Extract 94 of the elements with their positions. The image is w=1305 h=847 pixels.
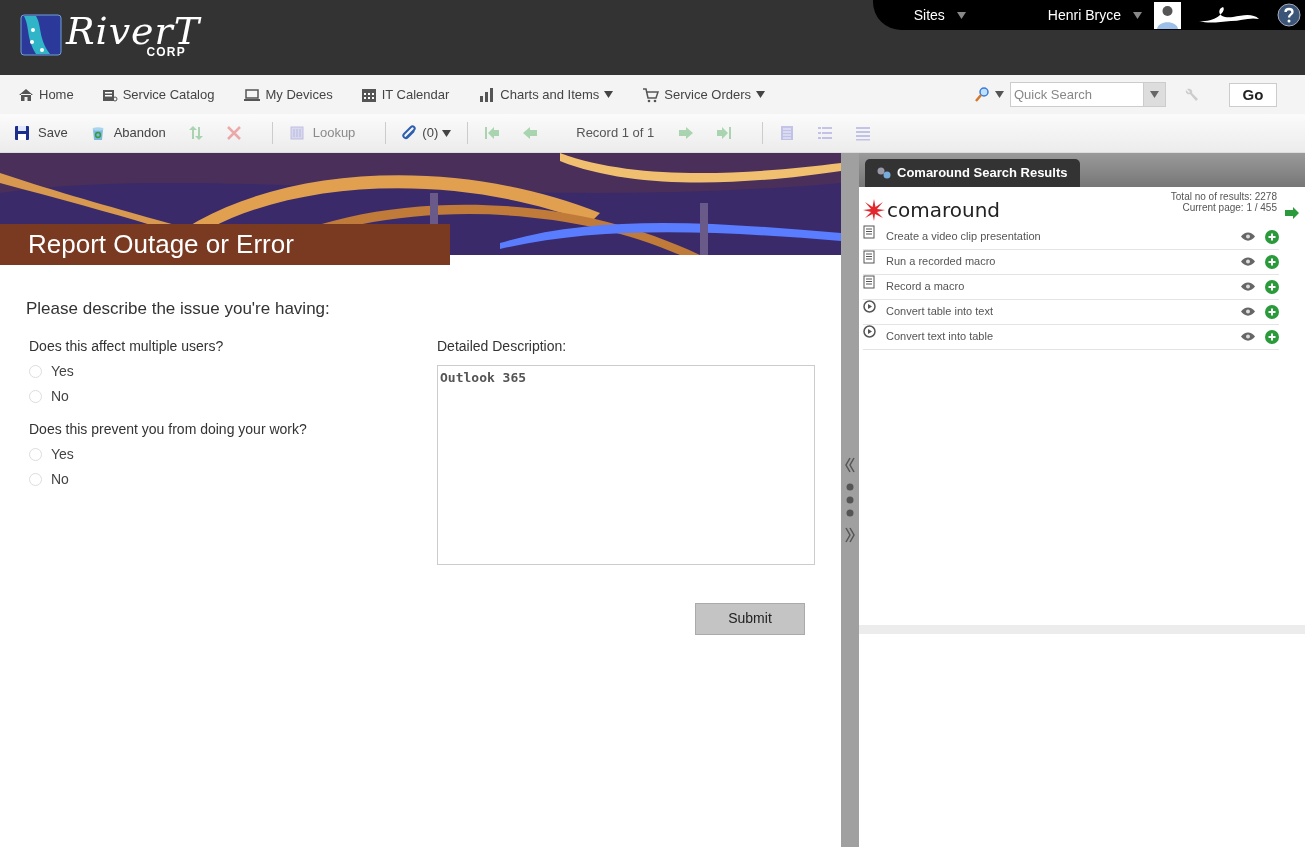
nav-item[interactable]: Service Catalog	[101, 84, 215, 105]
radio-option[interactable]: Yes	[29, 360, 74, 382]
preview-button[interactable]	[1241, 332, 1255, 341]
plus-icon	[1265, 229, 1279, 244]
record-counter: Record 1 of 1	[576, 124, 655, 143]
add-button[interactable]	[1265, 254, 1279, 269]
star-burst-icon	[863, 199, 885, 221]
play-icon	[863, 300, 876, 314]
preview-button[interactable]	[1241, 282, 1255, 291]
field-label: Detailed Description:	[437, 336, 568, 356]
toolbar-button[interactable]: Save	[10, 123, 72, 143]
radio-option[interactable]: No	[29, 385, 69, 407]
cart-icon	[643, 86, 660, 103]
next-record-icon	[678, 125, 695, 141]
document-icon	[863, 225, 876, 239]
river-logo-icon	[20, 14, 62, 56]
result-link[interactable]: Record a macro	[886, 278, 1241, 295]
form-heading: Please describe the issue you're having:	[26, 298, 331, 320]
avatar-icon	[1154, 1, 1181, 29]
panel-tab[interactable]: Comaround Search Results	[865, 159, 1080, 187]
arrow-icon	[1285, 207, 1299, 219]
eye-icon	[1241, 332, 1255, 341]
last-record-icon	[716, 125, 733, 141]
caret-icon	[956, 11, 966, 19]
plus-icon	[1265, 279, 1279, 294]
search-options-button[interactable]	[1144, 82, 1166, 107]
calendar-icon	[360, 86, 377, 103]
lookup-icon	[288, 125, 305, 141]
question-label: Does this prevent you from doing your work?	[29, 419, 308, 439]
preview-button[interactable]	[1241, 307, 1255, 316]
eye-icon	[1241, 282, 1255, 291]
search-results-icon	[877, 167, 891, 179]
page-indicator: Current page: 1 / 455	[1182, 202, 1277, 213]
wrench-icon	[1184, 86, 1200, 103]
collapse-icon	[845, 457, 855, 473]
page-title: Report Outage or Error	[0, 224, 450, 265]
bar-chart-icon	[479, 86, 496, 103]
user-menu[interactable]: Henri Bryce	[1047, 4, 1142, 26]
plus-icon	[1265, 254, 1279, 269]
nav-item[interactable]: IT Calendar	[360, 84, 450, 105]
list-view-icon	[817, 125, 834, 141]
expand-icon	[845, 527, 855, 543]
home-icon	[18, 86, 34, 103]
submit-button[interactable]: Submit	[695, 602, 805, 635]
help-icon	[1277, 3, 1301, 27]
add-button[interactable]	[1265, 229, 1279, 244]
first-record-icon	[484, 125, 501, 141]
add-button[interactable]	[1265, 279, 1279, 294]
delete-icon	[225, 125, 242, 141]
nav-item[interactable]: Charts and Items	[479, 84, 614, 105]
results-total: Total no of results: 2278	[1170, 191, 1277, 202]
result-link[interactable]: Create a video clip presentation	[886, 228, 1241, 245]
document-icon	[863, 275, 876, 289]
caret-icon	[995, 91, 1004, 98]
nav-item[interactable]: Service Orders	[643, 84, 766, 105]
add-button[interactable]	[1265, 329, 1279, 344]
toolbar-button[interactable]: Abandon	[85, 123, 170, 143]
caret-icon	[442, 129, 452, 137]
radio-option[interactable]: No	[29, 468, 69, 490]
description-field[interactable]: Outlook 365	[437, 364, 815, 565]
radio-option[interactable]: Yes	[29, 443, 74, 465]
search-icon	[975, 86, 989, 103]
refresh-arrows-icon	[187, 125, 204, 141]
nav-item[interactable]: Home	[18, 84, 74, 105]
result-link[interactable]: Convert table into text	[886, 303, 1241, 320]
previous-record-icon	[522, 125, 539, 141]
eye-icon	[1241, 257, 1255, 266]
paperclip-icon	[402, 125, 419, 141]
brand-name: comaround	[887, 197, 1001, 224]
eye-icon	[1241, 307, 1255, 316]
quick-search-field[interactable]: Quick Search	[1010, 82, 1144, 107]
caret-icon	[1150, 91, 1159, 98]
preview-button[interactable]	[1241, 257, 1255, 266]
next-page-button[interactable]	[1285, 207, 1299, 219]
document-icon	[863, 250, 876, 264]
play-icon	[863, 325, 876, 339]
add-button[interactable]	[1265, 304, 1279, 319]
eye-icon	[1241, 232, 1255, 241]
laptop-icon	[244, 86, 261, 103]
save-icon	[14, 125, 30, 141]
question-label: Does this affect multiple users?	[29, 336, 225, 356]
lines-view-icon	[855, 125, 872, 141]
grip-icon	[846, 483, 854, 517]
attachments-button[interactable]: (0)	[398, 123, 456, 143]
result-link[interactable]: Convert text into table	[886, 328, 1241, 345]
plus-icon	[1265, 329, 1279, 344]
caret-icon	[1133, 11, 1142, 19]
result-link[interactable]: Run a recorded macro	[886, 253, 1241, 270]
go-button[interactable]: Go	[1229, 82, 1277, 107]
form-view-icon	[779, 125, 796, 141]
sites-menu[interactable]: Sites	[913, 4, 966, 26]
plus-icon	[1265, 304, 1279, 319]
preview-button[interactable]	[1241, 232, 1255, 241]
nav-item[interactable]: My Devices	[244, 84, 333, 105]
